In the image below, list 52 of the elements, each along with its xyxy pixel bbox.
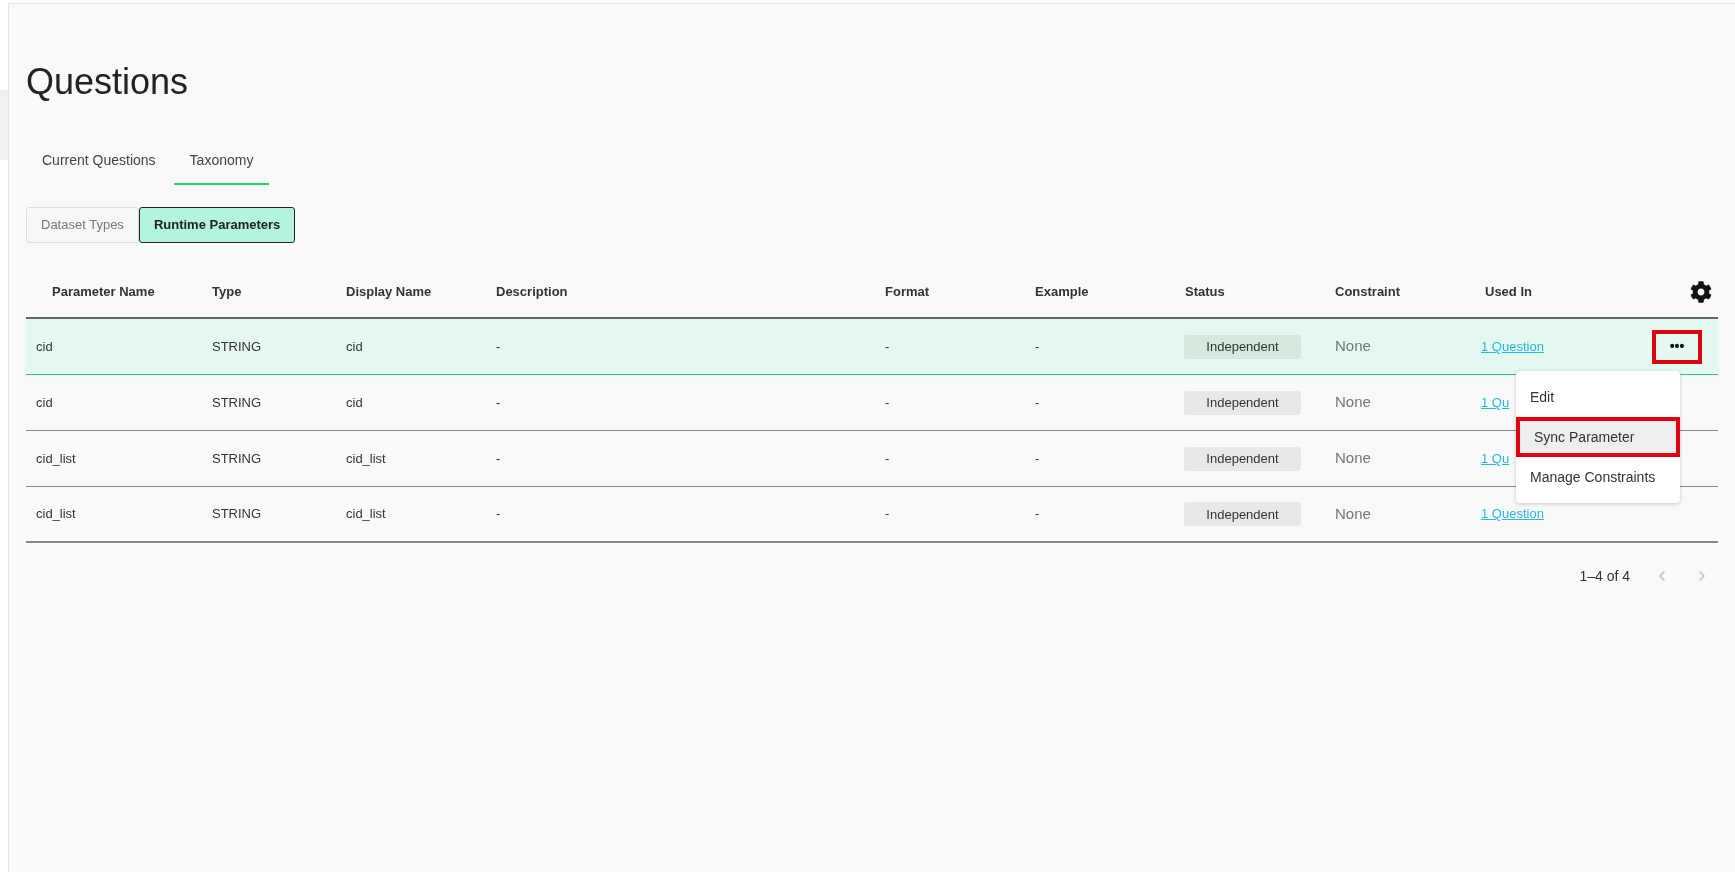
table-cell-text: -: [884, 449, 890, 468]
column-header: Format: [884, 283, 930, 302]
table-cell-text: STRING: [211, 449, 262, 468]
segment-button[interactable]: Runtime Parameters: [138, 207, 296, 243]
table-cell-text: cid_list: [345, 505, 386, 524]
column-header: Description: [495, 283, 568, 302]
table-cell-text: cid_list: [35, 505, 76, 524]
table-cell-text: cid: [35, 393, 53, 412]
table-cell-text: -: [884, 337, 890, 356]
table-cell-text: -: [884, 505, 890, 524]
status-badge: Independent: [1184, 446, 1301, 471]
page-title: Questions: [26, 62, 189, 102]
table-cell-text: -: [495, 449, 501, 468]
table-cell-text: -: [1034, 449, 1040, 468]
column-header: Used In: [1484, 283, 1532, 302]
constraint-value: None: [1334, 503, 1371, 524]
status-badge: Independent: [1184, 334, 1301, 359]
menu-item[interactable]: Sync Parameter: [1516, 417, 1680, 457]
settings-icon[interactable]: [1690, 281, 1712, 303]
pagination-range: 1–4 of 4: [1579, 566, 1630, 586]
constraint-value: None: [1334, 336, 1371, 357]
tab[interactable]: Taxonomy: [173, 150, 270, 185]
table-cell-text: -: [495, 337, 501, 356]
table-cell-text: cid: [345, 393, 363, 412]
more-button[interactable]: •••: [1652, 329, 1702, 364]
table-cell-text: cid_list: [345, 449, 386, 468]
table-cell-text: -: [1034, 393, 1040, 412]
table-cell-text: STRING: [211, 393, 262, 412]
column-header: Type: [211, 283, 242, 302]
table-cell-text: cid_list: [35, 449, 76, 468]
table-row[interactable]: cid STRING cid - - - Independent None 1 Question •••: [26, 319, 1718, 375]
constraint-value: None: [1334, 392, 1371, 413]
table-cell-text: STRING: [211, 337, 262, 356]
table-cell-text: -: [495, 393, 501, 412]
column-header: Example: [1034, 283, 1089, 302]
constraint-value: None: [1334, 448, 1371, 469]
status-badge: Independent: [1184, 502, 1301, 527]
menu-item[interactable]: Edit: [1516, 377, 1680, 417]
column-header: Display Name: [345, 283, 432, 302]
column-header: Status: [1184, 283, 1225, 302]
table-cell-text: -: [1034, 337, 1040, 356]
table-cell-text: cid: [35, 337, 53, 356]
tab[interactable]: Current Questions: [26, 150, 172, 185]
table-cell-text: -: [884, 393, 890, 412]
column-header: Parameter Name: [51, 283, 155, 302]
table-cell-text: -: [1034, 505, 1040, 524]
status-badge: Independent: [1184, 390, 1301, 415]
column-header: Constraint: [1334, 283, 1400, 302]
table-cell-text: cid: [345, 337, 363, 356]
table-cell-text: STRING: [211, 505, 262, 524]
segment-button[interactable]: Dataset Types: [26, 207, 139, 243]
table-cell-text: -: [495, 505, 501, 524]
